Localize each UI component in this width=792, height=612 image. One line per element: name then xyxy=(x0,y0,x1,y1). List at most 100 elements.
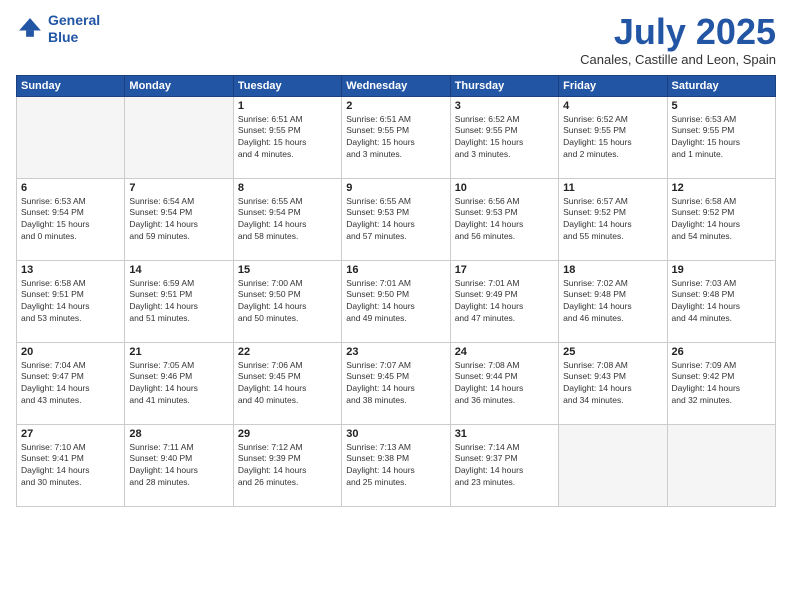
day-number: 22 xyxy=(238,346,337,358)
day-number: 28 xyxy=(129,428,228,440)
day-number: 10 xyxy=(455,182,554,194)
month-title: July 2025 xyxy=(580,12,776,52)
day-info: Sunrise: 7:14 AM Sunset: 9:37 PM Dayligh… xyxy=(455,442,554,490)
day-info: Sunrise: 6:58 AM Sunset: 9:52 PM Dayligh… xyxy=(672,196,771,244)
day-cell: 16Sunrise: 7:01 AM Sunset: 9:50 PM Dayli… xyxy=(342,260,450,342)
day-cell: 22 Sunrise: 7:06 AM Sunset: 9:45 PM Dayli… xyxy=(233,342,341,424)
day-number: 24 xyxy=(455,346,554,358)
day-cell: 14 Sunrise: 6:59 AM Sunset: 9:51 PM Dayli… xyxy=(125,260,233,342)
day-cell: 11 Sunrise: 6:57 AM Sunset: 9:52 PM Dayli… xyxy=(559,178,667,260)
day-number: 30 xyxy=(346,428,445,440)
day-cell: 5 Sunrise: 6:53 AM Sunset: 9:55 PM Daylig… xyxy=(667,96,775,178)
day-info: Sunrise: 7:00 AM Sunset: 9:50 PM Dayligh… xyxy=(238,278,337,326)
day-info: Sunrise: 6:53 AM Sunset: 9:54 PM Dayligh… xyxy=(21,196,120,244)
calendar-table: SundayMondayTuesdayWednesdayThursdayFrid… xyxy=(16,75,776,507)
day-number: 17 xyxy=(455,264,554,276)
week-row-4: 20Sunrise: 7:04 AM Sunset: 9:47 PM Dayli… xyxy=(17,342,776,424)
day-number: 26 xyxy=(672,346,771,358)
day-number: 20 xyxy=(21,346,120,358)
day-cell: 2Sunrise: 6:51 AM Sunset: 9:55 PM Daylig… xyxy=(342,96,450,178)
day-info: Sunrise: 7:02 AM Sunset: 9:48 PM Dayligh… xyxy=(563,278,662,326)
day-number: 4 xyxy=(563,100,662,112)
day-cell: 3 Sunrise: 6:52 AM Sunset: 9:55 PM Daylig… xyxy=(450,96,558,178)
day-info: Sunrise: 7:07 AM Sunset: 9:45 PM Dayligh… xyxy=(346,360,445,408)
day-cell: 21Sunrise: 7:05 AM Sunset: 9:46 PM Dayli… xyxy=(125,342,233,424)
day-cell: 30 Sunrise: 7:13 AM Sunset: 9:38 PM Dayli… xyxy=(342,424,450,506)
day-info: Sunrise: 6:57 AM Sunset: 9:52 PM Dayligh… xyxy=(563,196,662,244)
day-cell: 31 Sunrise: 7:14 AM Sunset: 9:37 PM Dayli… xyxy=(450,424,558,506)
day-info: Sunrise: 7:06 AM Sunset: 9:45 PM Dayligh… xyxy=(238,360,337,408)
calendar-body: 1 Sunrise: 6:51 AM Sunset: 9:55 PM Daylig… xyxy=(17,96,776,506)
day-number: 5 xyxy=(672,100,771,112)
day-info: Sunrise: 7:12 AM Sunset: 9:39 PM Dayligh… xyxy=(238,442,337,490)
logo-general: General xyxy=(48,12,100,28)
day-number: 13 xyxy=(21,264,120,276)
day-info: Sunrise: 6:51 AM Sunset: 9:55 PM Dayligh… xyxy=(238,114,337,162)
week-row-5: 27 Sunrise: 7:10 AM Sunset: 9:41 PM Dayli… xyxy=(17,424,776,506)
weekday-header-wednesday: Wednesday xyxy=(342,75,450,96)
day-info: Sunrise: 7:01 AM Sunset: 9:50 PM Dayligh… xyxy=(346,278,445,326)
weekday-header-monday: Monday xyxy=(125,75,233,96)
weekday-header-tuesday: Tuesday xyxy=(233,75,341,96)
day-info: Sunrise: 6:56 AM Sunset: 9:53 PM Dayligh… xyxy=(455,196,554,244)
page: General Blue July 2025 Canales, Castille… xyxy=(0,0,792,612)
weekday-header-friday: Friday xyxy=(559,75,667,96)
day-info: Sunrise: 6:51 AM Sunset: 9:55 PM Dayligh… xyxy=(346,114,445,162)
day-info: Sunrise: 6:53 AM Sunset: 9:55 PM Dayligh… xyxy=(672,114,771,162)
day-number: 27 xyxy=(21,428,120,440)
day-cell: 10 Sunrise: 6:56 AM Sunset: 9:53 PM Dayli… xyxy=(450,178,558,260)
day-number: 31 xyxy=(455,428,554,440)
day-cell: 13Sunrise: 6:58 AM Sunset: 9:51 PM Dayli… xyxy=(17,260,125,342)
day-info: Sunrise: 7:13 AM Sunset: 9:38 PM Dayligh… xyxy=(346,442,445,490)
day-cell: 9Sunrise: 6:55 AM Sunset: 9:53 PM Daylig… xyxy=(342,178,450,260)
weekday-header-saturday: Saturday xyxy=(667,75,775,96)
day-info: Sunrise: 7:08 AM Sunset: 9:44 PM Dayligh… xyxy=(455,360,554,408)
day-cell xyxy=(17,96,125,178)
day-info: Sunrise: 7:10 AM Sunset: 9:41 PM Dayligh… xyxy=(21,442,120,490)
day-cell xyxy=(667,424,775,506)
day-number: 7 xyxy=(129,182,228,194)
logo: General Blue xyxy=(16,12,100,46)
header: General Blue July 2025 Canales, Castille… xyxy=(16,12,776,67)
day-info: Sunrise: 6:52 AM Sunset: 9:55 PM Dayligh… xyxy=(455,114,554,162)
day-cell: 29 Sunrise: 7:12 AM Sunset: 9:39 PM Dayli… xyxy=(233,424,341,506)
week-row-2: 6Sunrise: 6:53 AM Sunset: 9:54 PM Daylig… xyxy=(17,178,776,260)
title-block: July 2025 Canales, Castille and Leon, Sp… xyxy=(580,12,776,67)
location: Canales, Castille and Leon, Spain xyxy=(580,52,776,67)
day-number: 15 xyxy=(238,264,337,276)
day-number: 19 xyxy=(672,264,771,276)
day-cell: 4 Sunrise: 6:52 AM Sunset: 9:55 PM Daylig… xyxy=(559,96,667,178)
day-cell: 17 Sunrise: 7:01 AM Sunset: 9:49 PM Dayli… xyxy=(450,260,558,342)
day-cell: 23 Sunrise: 7:07 AM Sunset: 9:45 PM Dayli… xyxy=(342,342,450,424)
week-row-3: 13Sunrise: 6:58 AM Sunset: 9:51 PM Dayli… xyxy=(17,260,776,342)
day-number: 18 xyxy=(563,264,662,276)
day-cell: 1 Sunrise: 6:51 AM Sunset: 9:55 PM Daylig… xyxy=(233,96,341,178)
weekday-header-thursday: Thursday xyxy=(450,75,558,96)
day-number: 3 xyxy=(455,100,554,112)
day-info: Sunrise: 7:01 AM Sunset: 9:49 PM Dayligh… xyxy=(455,278,554,326)
day-cell: 25Sunrise: 7:08 AM Sunset: 9:43 PM Dayli… xyxy=(559,342,667,424)
calendar-header: SundayMondayTuesdayWednesdayThursdayFrid… xyxy=(17,75,776,96)
day-info: Sunrise: 7:09 AM Sunset: 9:42 PM Dayligh… xyxy=(672,360,771,408)
day-cell: 6Sunrise: 6:53 AM Sunset: 9:54 PM Daylig… xyxy=(17,178,125,260)
day-cell: 18 Sunrise: 7:02 AM Sunset: 9:48 PM Dayli… xyxy=(559,260,667,342)
logo-text: General Blue xyxy=(48,12,100,46)
weekday-row: SundayMondayTuesdayWednesdayThursdayFrid… xyxy=(17,75,776,96)
day-info: Sunrise: 7:08 AM Sunset: 9:43 PM Dayligh… xyxy=(563,360,662,408)
day-cell: 24 Sunrise: 7:08 AM Sunset: 9:44 PM Dayli… xyxy=(450,342,558,424)
day-number: 11 xyxy=(563,182,662,194)
day-number: 8 xyxy=(238,182,337,194)
day-info: Sunrise: 6:52 AM Sunset: 9:55 PM Dayligh… xyxy=(563,114,662,162)
day-cell: 27 Sunrise: 7:10 AM Sunset: 9:41 PM Dayli… xyxy=(17,424,125,506)
day-number: 23 xyxy=(346,346,445,358)
day-info: Sunrise: 6:59 AM Sunset: 9:51 PM Dayligh… xyxy=(129,278,228,326)
day-number: 1 xyxy=(238,100,337,112)
day-number: 9 xyxy=(346,182,445,194)
day-number: 14 xyxy=(129,264,228,276)
day-number: 12 xyxy=(672,182,771,194)
logo-blue: Blue xyxy=(48,29,78,45)
week-row-1: 1 Sunrise: 6:51 AM Sunset: 9:55 PM Daylig… xyxy=(17,96,776,178)
day-info: Sunrise: 6:55 AM Sunset: 9:54 PM Dayligh… xyxy=(238,196,337,244)
day-number: 29 xyxy=(238,428,337,440)
logo-icon xyxy=(16,15,44,43)
